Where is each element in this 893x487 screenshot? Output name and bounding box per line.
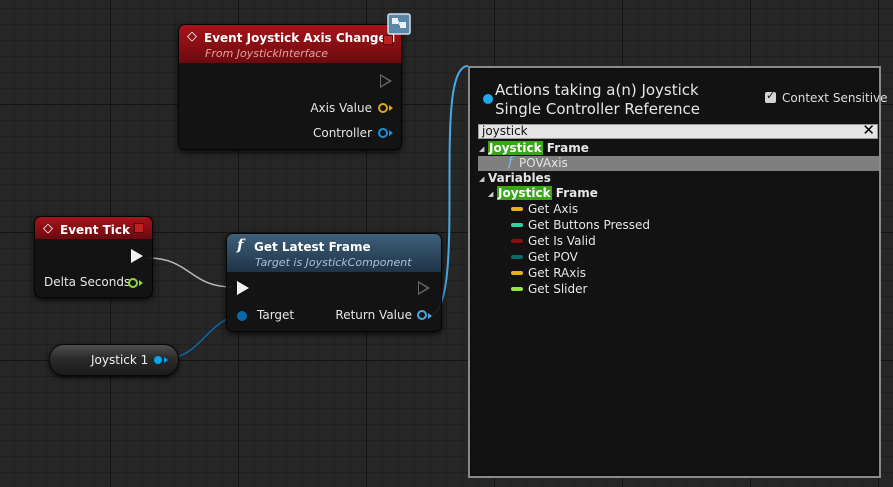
variable-type-icon <box>511 287 523 291</box>
pin-arrow-icon <box>389 105 393 111</box>
tree-item[interactable]: Get RAxis <box>478 265 879 281</box>
clear-search-icon[interactable]: ✕ <box>862 123 875 138</box>
exec-out-pin[interactable] <box>131 249 143 263</box>
axis-value-pin[interactable] <box>378 103 388 113</box>
variable-label: Joystick 1 <box>91 353 149 367</box>
tree-item[interactable]: Get Is Valid <box>478 233 879 249</box>
target-pin[interactable] <box>237 311 247 321</box>
exec-out-pin[interactable] <box>380 74 392 88</box>
node-title: Event Joystick Axis Changed <box>204 31 396 45</box>
action-menu-title: Actions taking a(n) Joystick Single Cont… <box>495 81 700 118</box>
exec-in-pin[interactable] <box>237 281 249 295</box>
interface-icon <box>387 13 411 35</box>
event-diamond-icon: ◇ <box>43 221 53 236</box>
category-label: Frame <box>551 186 598 200</box>
action-menu[interactable]: Actions taking a(n) Joystick Single Cont… <box>468 66 888 478</box>
tree-item-label: Get Buttons Pressed <box>528 218 651 232</box>
variable-type-icon <box>511 271 523 275</box>
controller-pin[interactable] <box>378 128 388 138</box>
pin-arrow-icon <box>139 280 143 286</box>
delta-seconds-pin[interactable] <box>128 278 138 288</box>
delta-seconds-label: Delta Seconds <box>44 275 131 289</box>
pin-type-dot-icon <box>483 94 493 104</box>
variable-output-pin[interactable] <box>154 356 162 364</box>
tree-item-label: Get Axis <box>528 202 579 216</box>
event-tick-node[interactable]: ◇ Event Tick Delta Seconds <box>34 216 153 298</box>
node-header: ◇ Event Joystick Axis Changed From Joyst… <box>179 25 401 63</box>
search-input-value[interactable]: joystick <box>482 125 528 138</box>
axis-value-label: Axis Value <box>310 101 372 115</box>
delegate-pin[interactable] <box>134 223 144 233</box>
target-label: Target <box>257 308 295 322</box>
node-title: Event Tick <box>60 223 131 237</box>
event-joystick-axis-changed-node[interactable]: ◇ Event Joystick Axis Changed From Joyst… <box>178 13 411 150</box>
tree-item-label: Get Is Valid <box>528 234 596 248</box>
variable-type-icon <box>511 239 523 243</box>
function-icon: f <box>237 236 244 254</box>
exec-out-pin[interactable] <box>418 281 430 295</box>
checkmark-icon: ✓ <box>766 89 776 102</box>
node-header: f Get Latest Frame Target is JoystickCom… <box>227 234 441 272</box>
search-highlight: Joystick <box>497 186 552 200</box>
expand-caret-icon[interactable]: ◢ <box>479 142 484 157</box>
event-diamond-icon: ◇ <box>187 29 197 44</box>
function-icon: f <box>508 155 513 170</box>
search-field[interactable]: joystick ✕ <box>478 123 878 139</box>
tree-item-label: POVAxis <box>519 156 568 170</box>
context-sensitive-checkbox[interactable]: ✓ <box>765 89 776 103</box>
tree-item[interactable]: Get POV <box>478 249 879 265</box>
action-tree: ◢ Joystick Frame f POVAxis ◢ Variables ◢… <box>478 141 879 297</box>
tree-item-label: Get RAxis <box>528 266 586 280</box>
return-value-pin[interactable] <box>417 310 427 320</box>
pin-arrow-icon <box>428 313 432 319</box>
context-sensitive-label: Context Sensitive <box>782 91 888 105</box>
category-label: Variables <box>488 171 551 185</box>
category-label: Frame <box>542 141 589 155</box>
tree-item-selected[interactable]: f POVAxis <box>478 155 879 171</box>
node-header: ◇ Event Tick <box>35 217 152 239</box>
expand-caret-icon[interactable]: ◢ <box>479 172 484 187</box>
tree-item[interactable]: Get Slider <box>478 281 879 297</box>
node-subtitle: Target is JoystickComponent <box>255 256 412 269</box>
node-subtitle: From JoystickInterface <box>205 47 329 60</box>
search-highlight: Joystick <box>488 141 543 155</box>
tree-category[interactable]: ◢ Joystick Frame <box>478 141 879 156</box>
controller-label: Controller <box>312 126 372 140</box>
variable-item-list: Get Axis Get Buttons Pressed Get Is Valid G… <box>478 201 879 297</box>
get-latest-frame-node[interactable]: f Get Latest Frame Target is JoystickCom… <box>226 233 442 332</box>
tree-item[interactable]: Get Buttons Pressed <box>478 217 879 233</box>
tree-subcategory[interactable]: ◢ Joystick Frame <box>478 186 879 201</box>
joystick-variable-node[interactable]: Joystick 1 <box>49 344 179 376</box>
variable-type-icon <box>511 207 523 211</box>
tree-item[interactable]: Get Axis <box>478 201 879 217</box>
tree-item-label: Get POV <box>528 250 578 264</box>
node-title: Get Latest Frame <box>254 240 371 254</box>
return-value-label: Return Value <box>335 308 412 322</box>
variable-type-icon <box>511 255 523 259</box>
pin-arrow-icon <box>164 357 168 363</box>
exec-wire <box>147 257 233 288</box>
tree-category[interactable]: ◢ Variables <box>478 171 879 186</box>
tree-item-label: Get Slider <box>528 282 588 296</box>
expand-caret-icon[interactable]: ◢ <box>488 187 493 202</box>
variable-type-icon <box>511 223 523 227</box>
pin-arrow-icon <box>389 130 393 136</box>
